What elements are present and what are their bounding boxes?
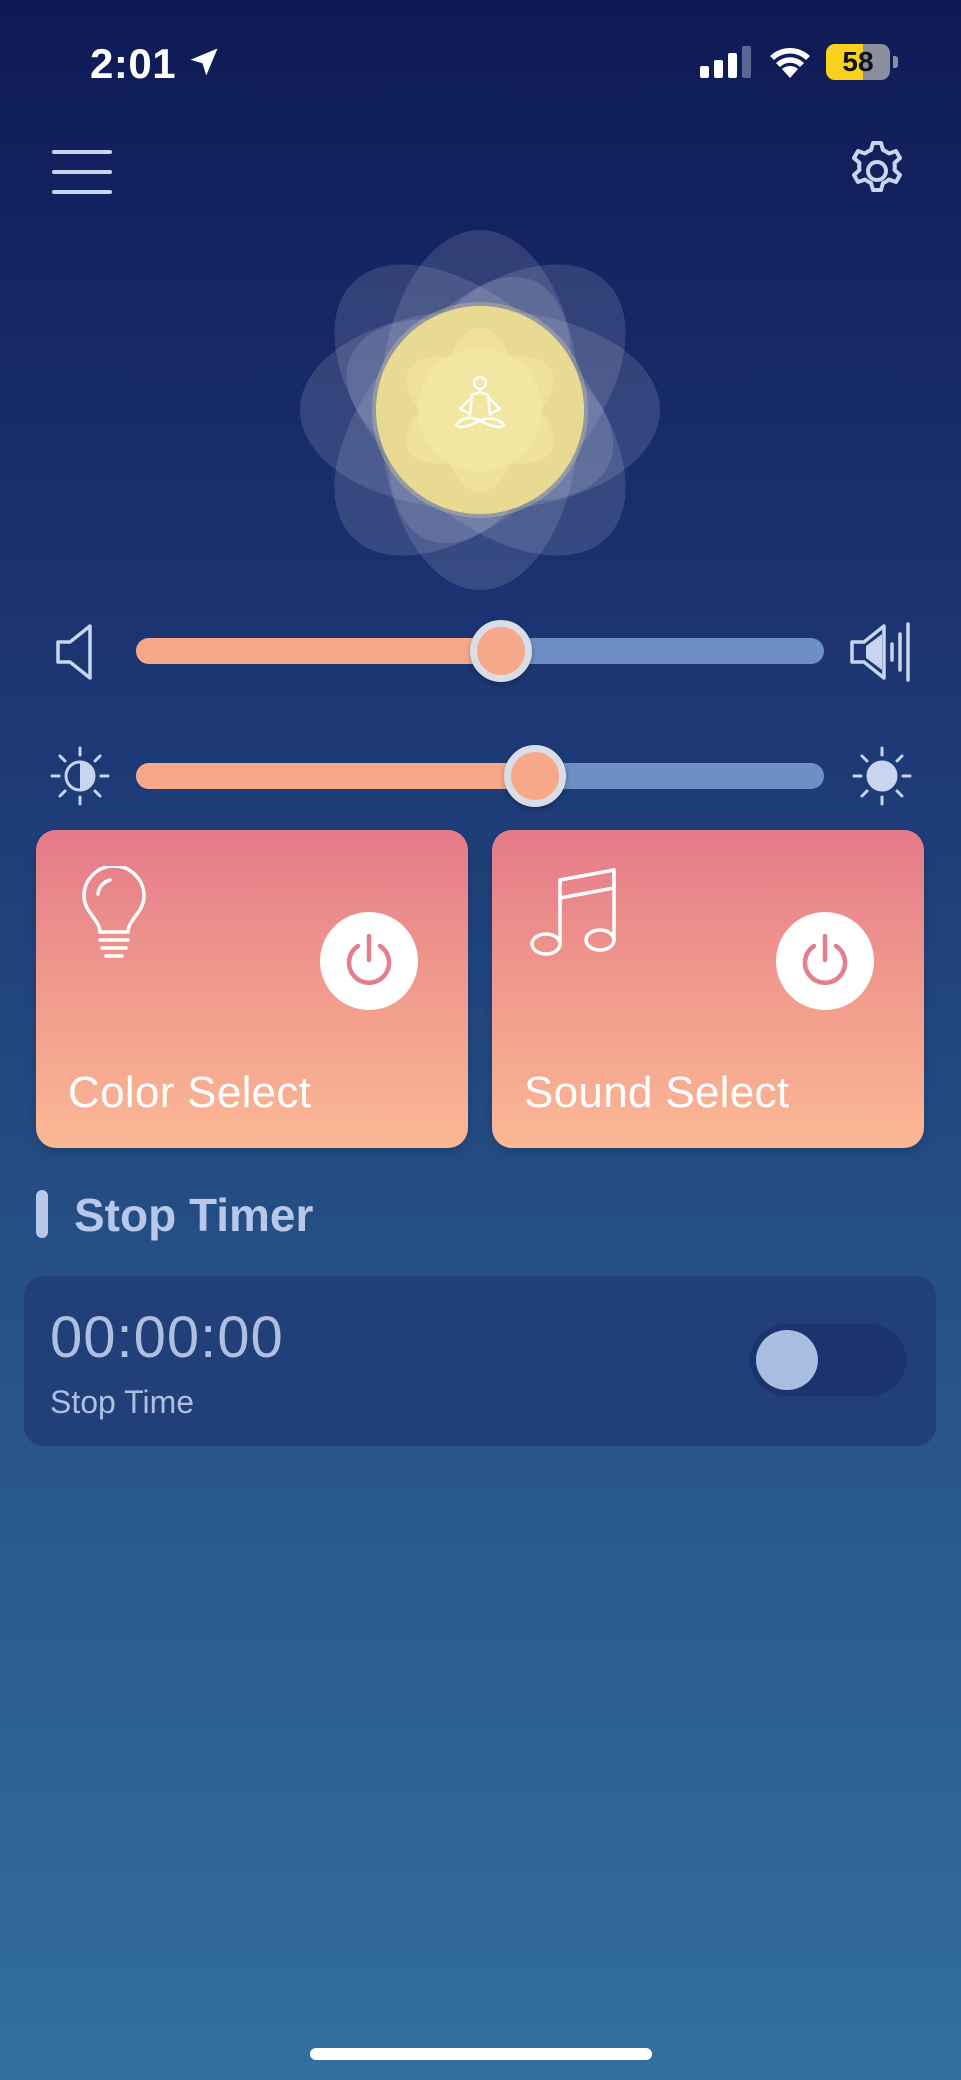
stop-time-value[interactable]: 00:00:00 bbox=[50, 1304, 284, 1371]
speaker-low-icon bbox=[56, 624, 92, 680]
stop-timer-title: Stop Timer bbox=[74, 1189, 314, 1241]
gear-icon[interactable] bbox=[846, 140, 908, 202]
volume-slider-thumb[interactable] bbox=[469, 620, 532, 682]
meditation-orb[interactable] bbox=[290, 220, 670, 600]
color-select-label: Color Select bbox=[68, 1068, 312, 1117]
stop-time-label: Stop Time bbox=[50, 1384, 195, 1420]
music-note-icon bbox=[530, 868, 616, 956]
power-icon bbox=[346, 934, 392, 985]
lightbulb-icon bbox=[82, 866, 146, 958]
battery-percentage: 58 bbox=[842, 46, 874, 77]
toggle-knob bbox=[756, 1330, 818, 1390]
brightness-slider-fill bbox=[136, 763, 536, 789]
stop-timer-panel[interactable]: 00:00:00 Stop Time bbox=[24, 1276, 936, 1446]
brightness-high-icon bbox=[852, 746, 912, 806]
sound-select-label: Sound Select bbox=[524, 1068, 790, 1117]
color-power-button[interactable] bbox=[320, 912, 418, 1010]
status-time: 2:01 bbox=[90, 40, 177, 87]
battery-indicator: 58 bbox=[826, 44, 898, 82]
section-accent-bar bbox=[36, 1190, 48, 1238]
sound-power-button[interactable] bbox=[776, 912, 874, 1010]
stop-timer-toggle[interactable] bbox=[750, 1324, 906, 1396]
hamburger-menu-icon[interactable] bbox=[52, 148, 114, 196]
home-indicator[interactable] bbox=[310, 2048, 652, 2060]
volume-slider-fill bbox=[136, 638, 501, 664]
speaker-high-icon bbox=[850, 622, 910, 682]
brightness-slider-thumb[interactable] bbox=[504, 745, 567, 807]
power-icon bbox=[802, 934, 848, 985]
location-arrow-icon bbox=[190, 48, 218, 76]
wifi-icon bbox=[770, 48, 810, 78]
sound-select-card[interactable]: Sound Select bbox=[492, 830, 924, 1148]
brightness-slider-track[interactable] bbox=[136, 763, 824, 789]
brightness-low-icon bbox=[50, 746, 110, 806]
cellular-signal-icon bbox=[700, 46, 751, 78]
color-select-card[interactable]: Color Select bbox=[36, 830, 468, 1148]
